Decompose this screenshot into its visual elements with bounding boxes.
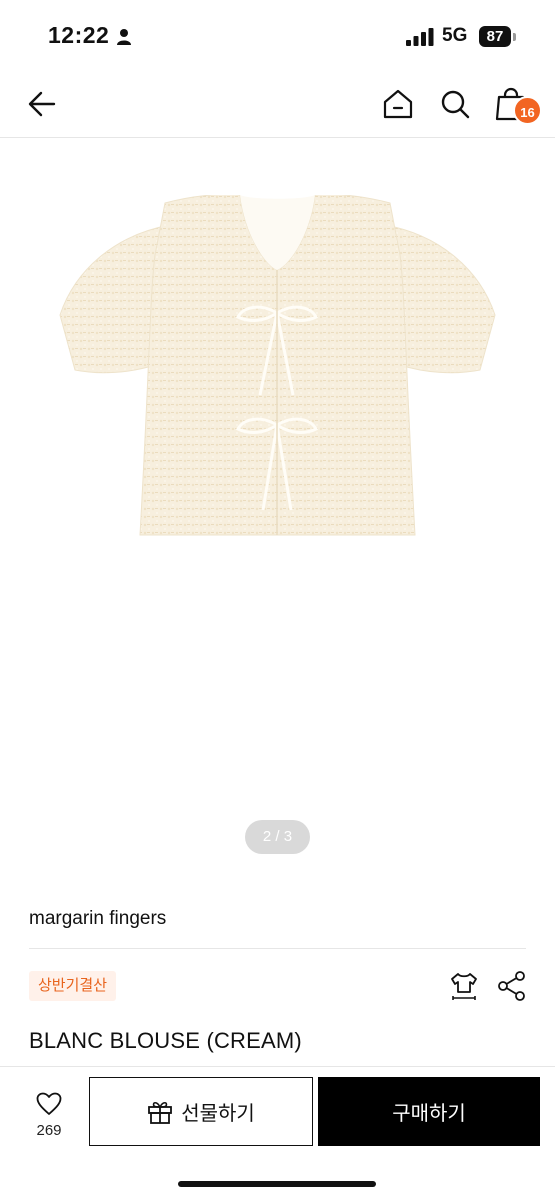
product-image bbox=[59, 195, 496, 536]
signal-icon bbox=[406, 28, 434, 46]
top-nav bbox=[0, 72, 555, 138]
back-button[interactable] bbox=[22, 84, 62, 124]
brand-name[interactable]: margarin fingers bbox=[29, 908, 166, 930]
back-arrow-icon bbox=[28, 91, 56, 117]
like-button[interactable]: 269 bbox=[17, 1090, 81, 1146]
battery-tip bbox=[513, 33, 516, 41]
shirt-size-icon bbox=[451, 973, 477, 1000]
gift-button[interactable]: 선물하기 bbox=[89, 1077, 313, 1146]
heart-icon bbox=[36, 1092, 62, 1115]
gift-icon bbox=[148, 1101, 173, 1124]
share-button[interactable] bbox=[497, 970, 527, 1002]
divider bbox=[29, 948, 526, 949]
search-button[interactable] bbox=[435, 84, 475, 124]
image-page-indicator: 2 / 3 bbox=[245, 820, 310, 854]
buy-button[interactable]: 구매하기 bbox=[318, 1077, 540, 1146]
home-indicator bbox=[178, 1181, 376, 1187]
status-bar: 12:22 5G 87 bbox=[0, 0, 555, 72]
battery-indicator: 87 bbox=[479, 26, 511, 47]
size-guide-button[interactable] bbox=[448, 970, 480, 1002]
promo-badge: 상반기결산 bbox=[29, 971, 117, 1001]
like-count: 269 bbox=[36, 1122, 62, 1139]
gift-button-label: 선물하기 bbox=[181, 1103, 255, 1125]
person-icon bbox=[117, 29, 131, 45]
search-icon bbox=[441, 90, 470, 119]
product-title: BLANC BLOUSE (CREAM) bbox=[29, 1028, 302, 1053]
status-time: 12:22 bbox=[48, 22, 110, 48]
home-icon bbox=[383, 89, 413, 119]
cart-count-badge: 16 bbox=[513, 96, 542, 125]
network-label: 5G bbox=[442, 25, 468, 46]
share-icon bbox=[498, 971, 525, 1001]
home-button[interactable] bbox=[378, 84, 418, 124]
